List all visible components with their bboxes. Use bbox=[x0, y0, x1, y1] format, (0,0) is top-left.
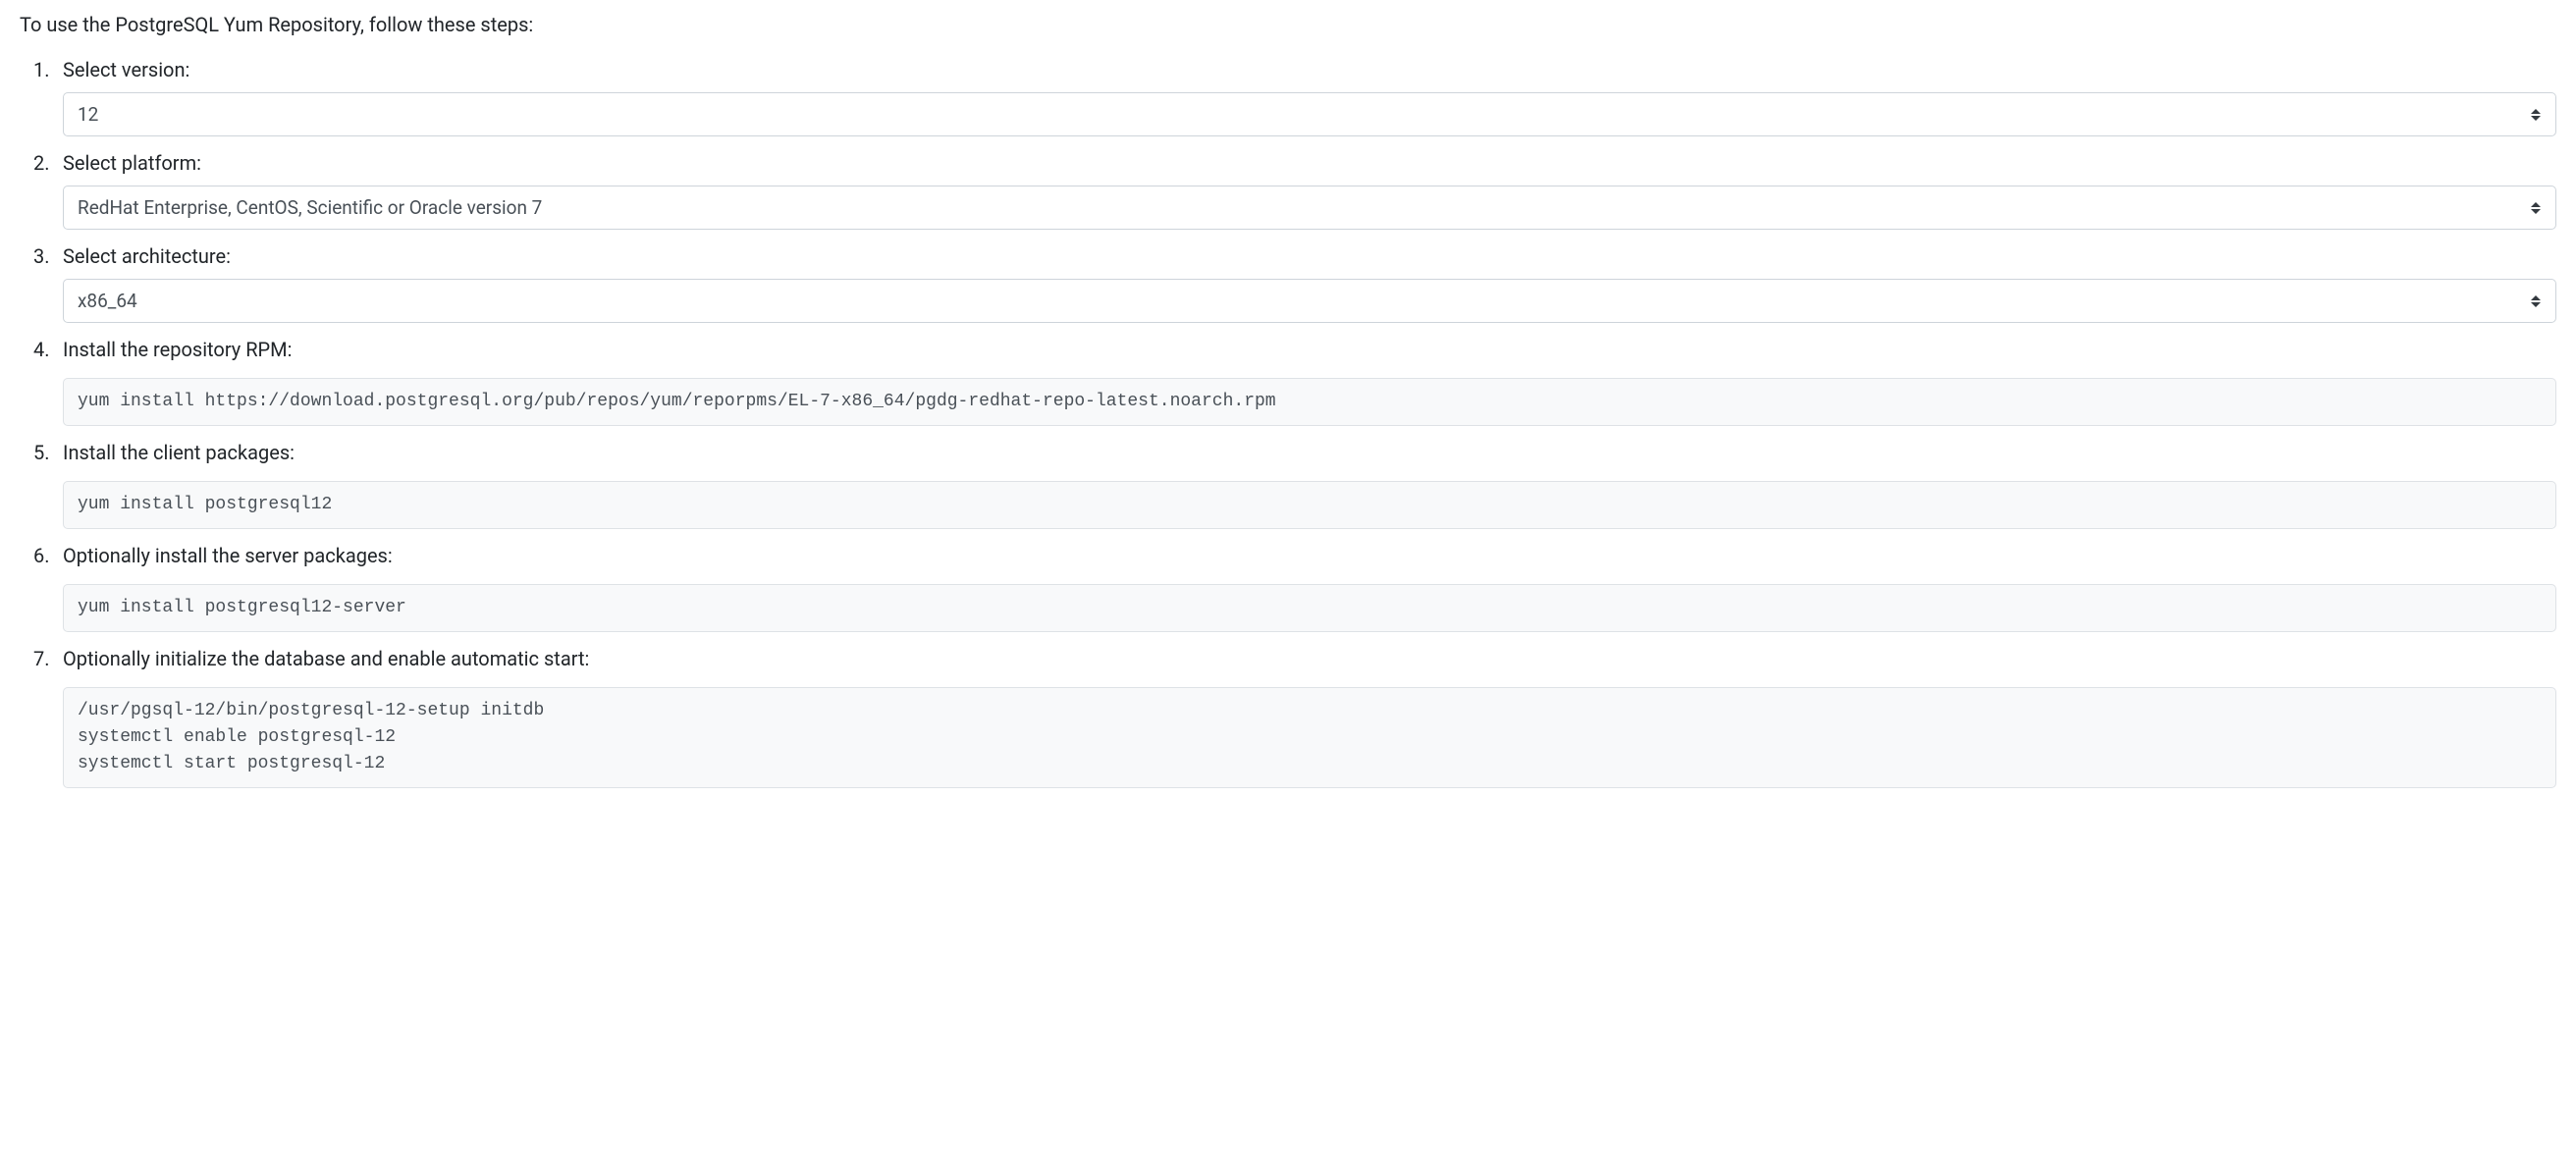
step-label: Optionally install the server packages: bbox=[63, 541, 2556, 570]
code-block-client: yum install postgresql12 bbox=[63, 481, 2556, 529]
step-initdb: Optionally initialize the database and e… bbox=[63, 644, 2556, 788]
code-block-server: yum install postgresql12-server bbox=[63, 584, 2556, 632]
step-select-version: Select version: 12 bbox=[63, 55, 2556, 136]
platform-select-wrapper: RedHat Enterprise, CentOS, Scientific or… bbox=[63, 186, 2556, 230]
step-select-platform: Select platform: RedHat Enterprise, Cent… bbox=[63, 148, 2556, 230]
step-label: Install the client packages: bbox=[63, 438, 2556, 467]
step-install-repo-rpm: Install the repository RPM: yum install … bbox=[63, 335, 2556, 426]
step-install-server: Optionally install the server packages: … bbox=[63, 541, 2556, 632]
step-label: Select architecture: bbox=[63, 241, 2556, 271]
step-label: Select platform: bbox=[63, 148, 2556, 178]
version-select-wrapper: 12 bbox=[63, 92, 2556, 136]
step-label: Select version: bbox=[63, 55, 2556, 84]
version-select[interactable]: 12 bbox=[63, 92, 2556, 136]
steps-list: Select version: 12 Select platform: RedH… bbox=[20, 55, 2556, 788]
architecture-select-wrapper: x86_64 bbox=[63, 279, 2556, 323]
architecture-select[interactable]: x86_64 bbox=[63, 279, 2556, 323]
step-install-client: Install the client packages: yum install… bbox=[63, 438, 2556, 529]
intro-text: To use the PostgreSQL Yum Repository, fo… bbox=[20, 10, 2556, 39]
code-block-initdb: /usr/pgsql-12/bin/postgresql-12-setup in… bbox=[63, 687, 2556, 788]
code-block-repo-rpm: yum install https://download.postgresql.… bbox=[63, 378, 2556, 426]
step-label: Install the repository RPM: bbox=[63, 335, 2556, 364]
platform-select[interactable]: RedHat Enterprise, CentOS, Scientific or… bbox=[63, 186, 2556, 230]
step-label: Optionally initialize the database and e… bbox=[63, 644, 2556, 673]
step-select-architecture: Select architecture: x86_64 bbox=[63, 241, 2556, 323]
